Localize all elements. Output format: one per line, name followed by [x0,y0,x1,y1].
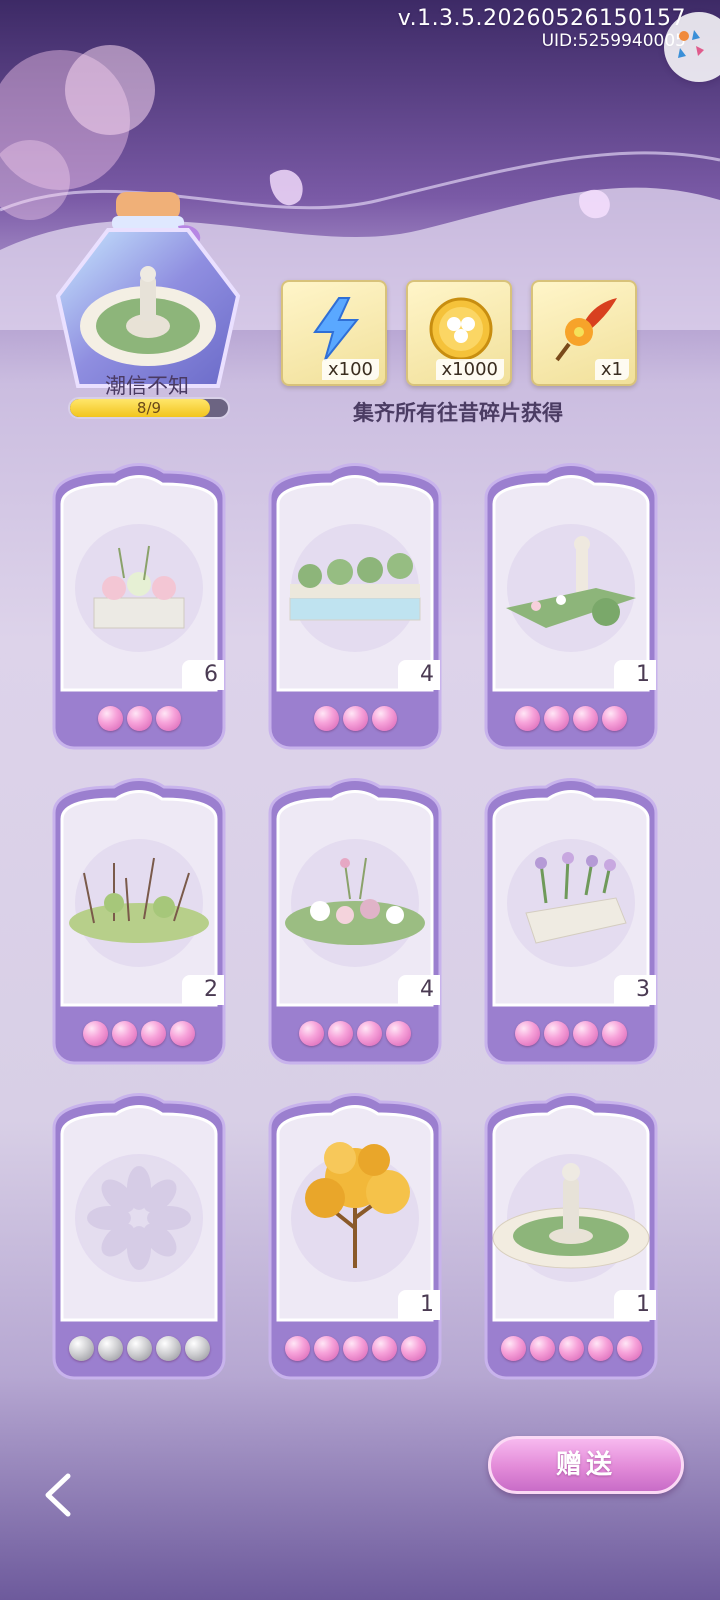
pearl-icon [616,1336,642,1361]
pearl-icon [386,1021,411,1046]
pearl-rating [476,1021,666,1046]
fragment-card[interactable]: 1 [260,1088,450,1388]
collect-hint: 集齐所有往昔碎片获得 [353,401,563,425]
pearl-icon [573,706,598,731]
fragment-count: 1 [614,1290,656,1320]
pearl-icon [299,1021,324,1046]
flower-feather-icon [555,298,617,362]
pearl-icon [573,1021,598,1046]
fountain-hedge-wall-icon [289,524,421,652]
pearl-rating [476,706,666,731]
pearl-icon [558,1336,584,1361]
reward-quantity: x100 [321,359,379,380]
back-arrow-icon[interactable] [34,1470,84,1520]
fragment-card[interactable]: 4 [260,773,450,1073]
pearl-icon [587,1336,613,1361]
statue-fountain-garden-icon [492,1154,650,1282]
fragment-card[interactable]: 1 [476,458,666,758]
pearl-icon [184,1336,210,1361]
pearl-icon [342,706,368,731]
pearl-icon [83,1021,108,1046]
pearl-icon [515,706,540,731]
fragment-count: 4 [398,975,440,1005]
pearl-icon [170,1021,195,1046]
pearl-rating [260,1021,450,1046]
pearl-icon [97,1336,123,1361]
pearl-icon [313,706,339,731]
pearl-rating [44,1336,234,1361]
pearl-icon [112,1021,137,1046]
pearl-icon [602,1021,627,1046]
pearl-icon [400,1336,426,1361]
pearl-icon [328,1021,353,1046]
pearl-icon [371,1336,397,1361]
pearl-icon [284,1336,310,1361]
iris-planter-icon [507,839,635,967]
fragment-card[interactable]: 4 [260,458,450,758]
reward-quantity: x1000 [435,359,504,380]
flower-planter-box-icon [75,524,203,652]
pearl-rating [260,706,450,731]
version-label: v.1.3.5.20260526150157 [397,6,686,31]
pearl-icon [500,1336,526,1361]
reward-flower-feather[interactable]: x1 [531,280,637,386]
pearl-icon [515,1021,540,1046]
rose-flower-bed-icon [285,839,425,967]
pearl-icon [126,706,152,731]
fragment-count: 6 [182,660,224,690]
fragment-count: 4 [398,660,440,690]
pearl-icon [371,706,397,731]
fragment-card[interactable]: 2 [44,773,234,1073]
fragment-count: 2 [182,975,224,1005]
reward-gold[interactable]: x1000 [406,280,512,386]
bottle-name: 潮信不知 [105,374,189,398]
pearl-icon [529,1336,555,1361]
fragment-card[interactable]: 1 [476,1088,666,1388]
pearl-icon [97,706,123,731]
fragment-count: 3 [614,975,656,1005]
pearl-icon [357,1021,382,1046]
pearl-icon [155,706,181,731]
gift-button[interactable]: 赠送 [488,1436,684,1494]
pearl-icon [342,1336,368,1361]
uid-label: UID:5259940005 [541,31,686,51]
wild-grass-bush-icon [69,839,209,967]
pearl-icon [68,1336,94,1361]
version-info: v.1.3.5.20260526150157 UID:5259940005 [398,6,686,51]
pearl-rating [44,706,234,731]
reward-quantity: x1 [594,359,629,380]
garden-bed-with-pillar-icon [506,524,636,652]
fragment-card[interactable]: 3 [476,773,666,1073]
fragment-count: 1 [398,1290,440,1320]
locked-flower-placeholder-icon [75,1154,203,1282]
pearl-icon [602,706,627,731]
fragment-count: 1 [614,660,656,690]
pearl-icon [313,1336,339,1361]
lightning-icon [313,297,360,361]
progress-text: 8/9 [136,399,162,417]
pearl-icon [544,1021,569,1046]
collection-progress-bar: 8/9 [68,397,230,419]
pearl-rating [260,1336,450,1361]
pearl-rating [476,1336,666,1361]
pearl-rating [44,1021,234,1046]
fragment-card[interactable] [44,1088,234,1388]
pearl-icon [126,1336,152,1361]
pearl-icon [544,706,569,731]
reward-energy[interactable]: x100 [281,280,387,386]
fragment-card[interactable]: 6 [44,458,234,758]
pearl-icon [155,1336,181,1361]
pearl-icon [141,1021,166,1046]
golden-maple-tree-icon [291,1142,419,1282]
gold-clover-coin-icon [429,297,493,361]
